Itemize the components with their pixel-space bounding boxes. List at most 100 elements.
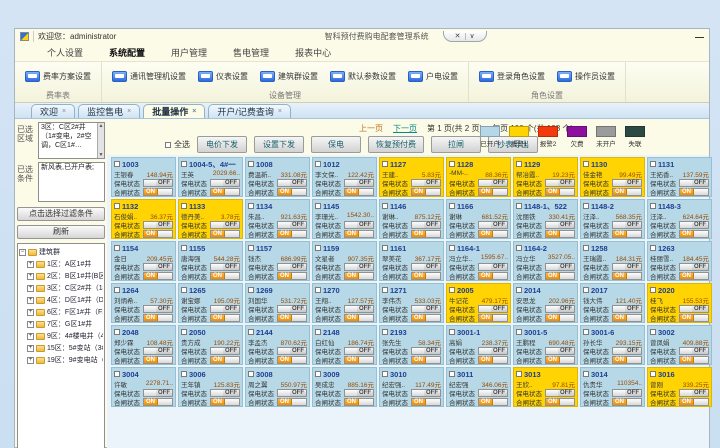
card-checkbox[interactable] [583,203,589,209]
tab[interactable]: 开户/记费查询× [208,104,291,118]
gate-toggle[interactable]: ON [545,398,575,406]
power-keep-toggle[interactable]: OFF [545,263,575,271]
power-keep-toggle[interactable]: OFF [143,179,173,187]
card-checkbox[interactable] [583,161,589,167]
power-keep-toggle[interactable]: OFF [210,305,240,313]
ribbon-item[interactable]: 登录角色设置 [479,71,545,82]
card-checkbox[interactable] [382,203,388,209]
gate-toggle[interactable]: ON [612,230,642,238]
ribbon-item[interactable]: 操作员设置 [557,71,615,82]
power-keep-toggle[interactable]: OFF [344,263,374,271]
gate-toggle[interactable]: ON [545,314,575,322]
power-keep-toggle[interactable]: OFF [612,179,642,187]
card-checkbox[interactable] [114,203,120,209]
expand-icon[interactable]: + [27,273,34,280]
gate-toggle[interactable]: ON [478,272,508,280]
power-keep-toggle[interactable]: OFF [612,389,642,397]
tab-close-icon[interactable]: × [127,108,131,115]
card-checkbox[interactable] [114,329,120,335]
gate-toggle[interactable]: ON [411,230,441,238]
power-keep-toggle[interactable]: OFF [277,179,307,187]
tab-close-icon[interactable]: × [62,108,66,115]
gate-toggle[interactable]: ON [344,272,374,280]
tree-item[interactable]: + 4区：D区1#井（D区… [19,294,103,306]
card-checkbox[interactable] [382,161,388,167]
card-checkbox[interactable] [650,245,656,251]
select-all[interactable]: 全选 [165,139,190,150]
power-keep-toggle[interactable]: OFF [210,221,240,229]
expand-icon[interactable]: + [27,285,34,292]
power-keep-toggle[interactable]: OFF [344,221,374,229]
card-checkbox[interactable] [248,203,254,209]
card-checkbox[interactable] [516,371,522,377]
power-keep-toggle[interactable]: OFF [478,389,508,397]
card-checkbox[interactable] [114,371,120,377]
power-keep-toggle[interactable]: OFF [545,179,575,187]
power-keep-toggle[interactable]: OFF [411,179,441,187]
gate-toggle[interactable]: ON [210,356,240,364]
card-checkbox[interactable] [181,245,187,251]
gate-toggle[interactable]: ON [210,272,240,280]
expand-icon[interactable]: + [27,261,34,268]
tree-root[interactable]: − 建筑群 [19,246,103,258]
gate-toggle[interactable]: ON [143,230,173,238]
expand-icon[interactable]: + [27,333,34,340]
card-checkbox[interactable] [181,203,187,209]
card-checkbox[interactable] [583,287,589,293]
expand-icon[interactable]: + [27,309,34,316]
power-keep-toggle[interactable]: OFF [478,221,508,229]
tree-item[interactable]: + 3区：C区2#井（1#… [19,282,103,294]
card-checkbox[interactable] [382,329,388,335]
power-keep-toggle[interactable]: OFF [679,389,709,397]
power-keep-toggle[interactable]: OFF [344,347,374,355]
menu-item[interactable]: 个人设置 [47,46,83,59]
gate-toggle[interactable]: ON [277,272,307,280]
tree-item[interactable]: + 15区：5#变站（3#… [19,342,103,354]
power-keep-toggle[interactable]: OFF [344,389,374,397]
card-checkbox[interactable] [583,245,589,251]
tab[interactable]: 监控售电× [78,104,140,118]
listbox-scrollbar[interactable]: ▲▼ [97,123,104,158]
expand-icon[interactable]: ✕ [455,32,461,40]
action-button[interactable]: 设置下发 [254,136,304,153]
power-keep-toggle[interactable]: OFF [545,347,575,355]
card-checkbox[interactable] [248,371,254,377]
card-checkbox[interactable] [181,161,187,167]
collapse-icon[interactable]: − [19,249,26,256]
gate-toggle[interactable]: ON [344,398,374,406]
tab[interactable]: 欢迎× [31,104,75,118]
gate-toggle[interactable]: ON [210,314,240,322]
gate-toggle[interactable]: ON [277,356,307,364]
power-keep-toggle[interactable]: OFF [679,305,709,313]
gate-toggle[interactable]: ON [612,272,642,280]
power-keep-toggle[interactable]: OFF [143,305,173,313]
gate-toggle[interactable]: ON [679,230,709,238]
chevron-down-icon[interactable]: ∨ [470,32,475,40]
power-keep-toggle[interactable]: OFF [411,389,441,397]
power-keep-toggle[interactable]: OFF [478,305,508,313]
card-checkbox[interactable] [248,329,254,335]
gate-toggle[interactable]: ON [478,398,508,406]
power-keep-toggle[interactable]: OFF [277,389,307,397]
power-keep-toggle[interactable]: OFF [478,347,508,355]
tree-item[interactable]: + 19区：9#变电站（2… [19,354,103,366]
power-keep-toggle[interactable]: OFF [411,221,441,229]
card-checkbox[interactable] [516,329,522,335]
gate-toggle[interactable]: ON [545,188,575,196]
gate-toggle[interactable]: ON [344,314,374,322]
power-keep-toggle[interactable]: OFF [344,179,374,187]
tree-item[interactable]: + 6区：F区1#井（F区… [19,306,103,318]
gate-toggle[interactable]: ON [411,398,441,406]
power-keep-toggle[interactable]: OFF [210,263,240,271]
filter-select-button[interactable]: 点击选择过滤条件 [17,207,105,221]
card-checkbox[interactable] [315,245,321,251]
gate-toggle[interactable]: ON [612,314,642,322]
card-checkbox[interactable] [449,287,455,293]
action-button[interactable]: 恢复预付费 [368,136,424,153]
card-checkbox[interactable] [650,371,656,377]
power-keep-toggle[interactable]: OFF [210,347,240,355]
card-checkbox[interactable] [449,371,455,377]
collapse-ribbon-button[interactable]: — [695,32,704,42]
power-keep-toggle[interactable]: OFF [545,389,575,397]
gate-toggle[interactable]: ON [478,356,508,364]
